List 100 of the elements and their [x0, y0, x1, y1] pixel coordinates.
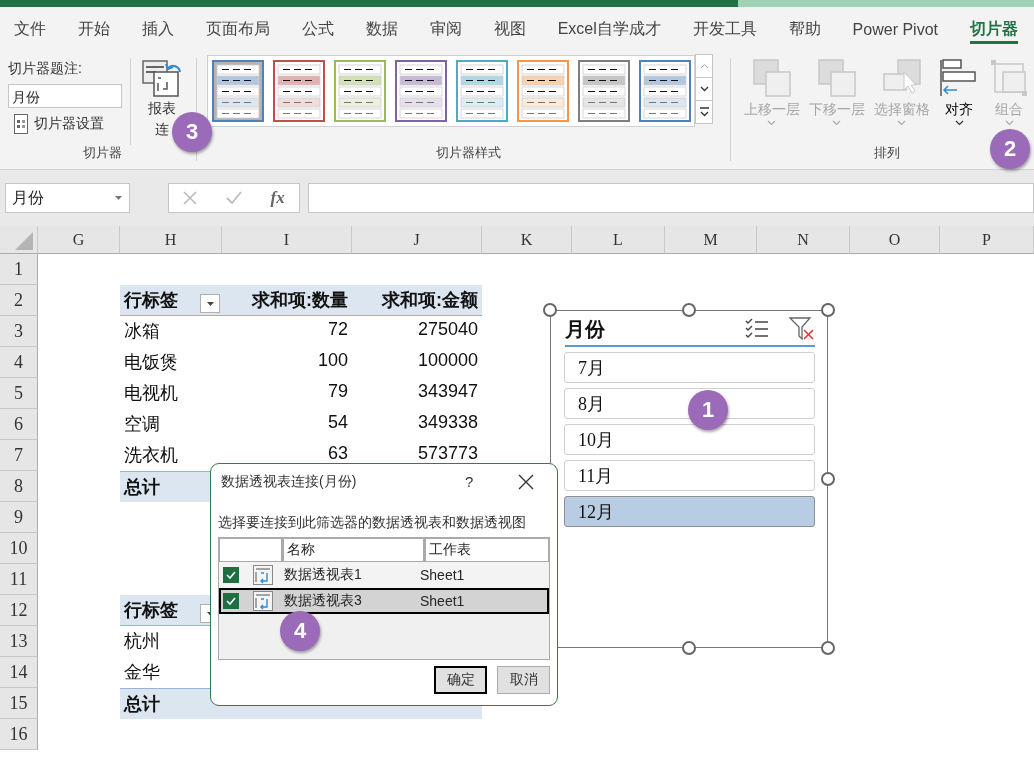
- insert-function-button[interactable]: fx: [270, 188, 285, 208]
- ribbon-tab[interactable]: 开始: [77, 15, 110, 44]
- slicer-style-swatch[interactable]: [639, 60, 691, 122]
- resize-handle[interactable]: [821, 641, 835, 655]
- gallery-more-button[interactable]: [695, 100, 713, 124]
- table-cell-text: 343947: [416, 380, 479, 403]
- table-cell-text: 573773: [416, 442, 479, 465]
- slicer-item[interactable]: 11月: [564, 460, 815, 491]
- table-cell-text: 洗衣机: [123, 444, 179, 467]
- slicer-style-swatch[interactable]: [334, 60, 386, 122]
- resize-handle[interactable]: [821, 303, 835, 317]
- arrange-button[interactable]: 对齐: [934, 58, 984, 126]
- ribbon-tab[interactable]: 审阅: [429, 15, 462, 44]
- slicer-style-swatch[interactable]: [273, 60, 325, 122]
- clear-filter-icon[interactable]: [789, 317, 815, 341]
- help-button[interactable]: ?: [465, 473, 474, 490]
- row-header[interactable]: 9: [0, 502, 38, 533]
- table-cell-text: 杭州: [123, 630, 161, 653]
- ribbon-tab[interactable]: 插入: [141, 15, 174, 44]
- table-cell-text: 79: [326, 380, 349, 403]
- group-label: 切片器: [82, 145, 122, 161]
- formula-input[interactable]: [308, 183, 1034, 213]
- column-header[interactable]: O: [850, 226, 940, 254]
- row-header[interactable]: 7: [0, 440, 38, 471]
- column-header[interactable]: P: [940, 226, 1034, 254]
- row-header[interactable]: 4: [0, 347, 38, 378]
- resize-handle[interactable]: [682, 303, 696, 317]
- scroll-down-button[interactable]: [695, 77, 713, 101]
- checkmark-icon: [226, 571, 236, 579]
- ribbon-tab[interactable]: Excel自学成才: [557, 15, 661, 44]
- slicer-item[interactable]: 7月: [564, 352, 815, 383]
- row-header[interactable]: 16: [0, 719, 38, 750]
- column-header[interactable]: L: [572, 226, 665, 254]
- column-header[interactable]: M: [665, 226, 757, 254]
- instruction-text: 选择要连接到此筛选器的数据透视表和数据透视图: [218, 514, 526, 532]
- table-cell-text: 金华: [123, 661, 161, 684]
- column-header: 名称: [284, 539, 423, 561]
- filter-dropdown-button[interactable]: [200, 294, 220, 313]
- check-icon[interactable]: [225, 191, 242, 205]
- row-header[interactable]: 12: [0, 595, 38, 626]
- resize-handle[interactable]: [543, 303, 557, 317]
- ribbon-tab[interactable]: 开发工具: [692, 15, 757, 44]
- table-cell-text: 100: [316, 349, 349, 372]
- resize-handle[interactable]: [821, 472, 835, 486]
- sheet-name: Sheet1: [420, 593, 465, 609]
- row-header[interactable]: 1: [0, 254, 38, 285]
- slicer-title: 月份: [565, 316, 606, 342]
- row-header[interactable]: 5: [0, 378, 38, 409]
- resize-handle[interactable]: [682, 641, 696, 655]
- ok-button[interactable]: 确定: [434, 666, 487, 694]
- list-row[interactable]: 数据透视表3 Sheet1: [219, 588, 549, 614]
- ribbon-tab[interactable]: 文件: [14, 15, 46, 44]
- cancel-button[interactable]: 取消: [497, 666, 550, 694]
- column-header[interactable]: J: [352, 226, 482, 254]
- pivot-name: 数据透视表1: [284, 566, 363, 584]
- slicer-item[interactable]: 10月: [564, 424, 815, 455]
- ribbon-tab[interactable]: 页面布局: [205, 15, 270, 44]
- ribbon-tab[interactable]: Power Pivot: [852, 16, 938, 43]
- row-header[interactable]: 14: [0, 657, 38, 688]
- column-header[interactable]: I: [222, 226, 352, 254]
- row-header[interactable]: 11: [0, 564, 38, 595]
- caret-icon: [897, 120, 906, 126]
- slicer-style-swatch[interactable]: [578, 60, 630, 122]
- slicer-style-swatch[interactable]: [212, 60, 264, 122]
- close-icon[interactable]: [518, 474, 534, 490]
- ribbon-tab[interactable]: 公式: [301, 15, 334, 44]
- row-header[interactable]: 2: [0, 285, 38, 316]
- caption-label: 切片器题注:: [8, 60, 83, 78]
- caret-icon: [954, 120, 964, 126]
- multi-select-icon[interactable]: [745, 318, 769, 340]
- caret-icon: [832, 120, 841, 126]
- row-header[interactable]: 15: [0, 688, 38, 719]
- ribbon-tab[interactable]: 帮助: [788, 15, 821, 44]
- group-label: 切片器样式: [436, 145, 501, 161]
- slicer-style-swatch[interactable]: [517, 60, 569, 122]
- caret-icon: [1004, 120, 1014, 126]
- ribbon-tab[interactable]: 切片器: [969, 15, 1018, 44]
- column-header[interactable]: K: [482, 226, 572, 254]
- table-cell-text: 275040: [416, 318, 479, 341]
- row-header[interactable]: 6: [0, 409, 38, 440]
- column-header[interactable]: H: [120, 226, 222, 254]
- row-header[interactable]: 8: [0, 471, 38, 502]
- slicer-style-swatch[interactable]: [395, 60, 447, 122]
- slicer-style-swatch[interactable]: [456, 60, 508, 122]
- table-cell-text: 100000: [416, 349, 479, 372]
- caption-field[interactable]: 月份: [8, 84, 122, 108]
- column-header[interactable]: N: [757, 226, 850, 254]
- column-header[interactable]: G: [38, 226, 120, 254]
- checkbox[interactable]: [223, 567, 239, 583]
- ribbon-tab[interactable]: 数据: [365, 15, 398, 44]
- checkbox[interactable]: [223, 593, 239, 609]
- column-header: 工作表: [426, 539, 548, 561]
- slicer-item[interactable]: 12月: [564, 496, 815, 527]
- slicer-settings-button[interactable]: 切片器设置: [8, 114, 110, 134]
- name-box[interactable]: 月份: [5, 183, 130, 213]
- row-header[interactable]: 3: [0, 316, 38, 347]
- row-header[interactable]: 10: [0, 533, 38, 564]
- row-header[interactable]: 13: [0, 626, 38, 657]
- ribbon-tab[interactable]: 视图: [493, 15, 526, 44]
- align-icon: [939, 58, 979, 98]
